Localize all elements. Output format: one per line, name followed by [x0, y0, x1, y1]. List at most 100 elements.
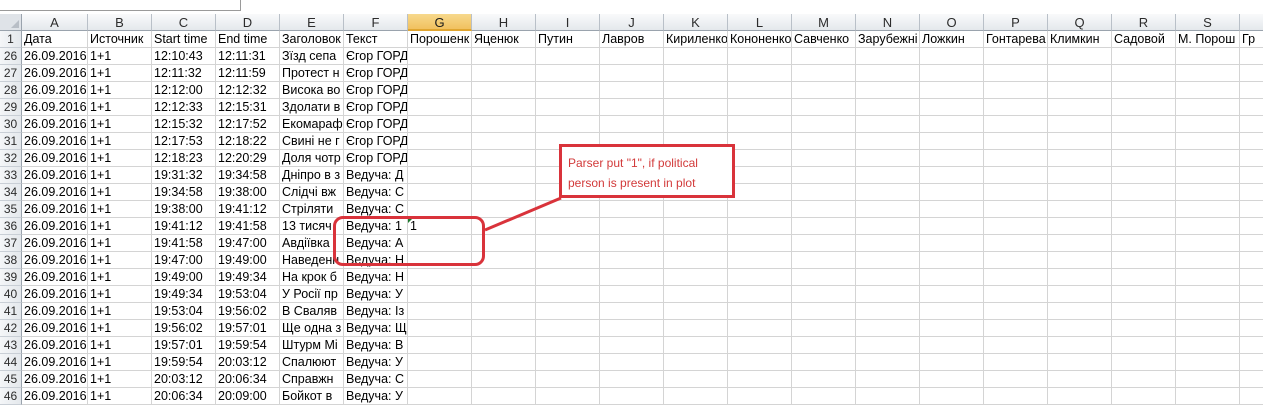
cell-B40[interactable]: 1+1: [88, 286, 152, 303]
cell-Q44[interactable]: [1048, 354, 1112, 371]
row-header[interactable]: 39: [0, 269, 22, 286]
cell-K26[interactable]: [664, 48, 728, 65]
cell-O46[interactable]: [920, 388, 984, 405]
cell-F40[interactable]: Ведуча: У: [344, 286, 408, 303]
cell-R31[interactable]: [1112, 133, 1176, 150]
row-header[interactable]: 36: [0, 218, 22, 235]
cell-O26[interactable]: [920, 48, 984, 65]
cell-L37[interactable]: [728, 235, 792, 252]
cell-R44[interactable]: [1112, 354, 1176, 371]
cell-P39[interactable]: [984, 269, 1048, 286]
cell-B27[interactable]: 1+1: [88, 65, 152, 82]
cell-B35[interactable]: 1+1: [88, 201, 152, 218]
cell-B31[interactable]: 1+1: [88, 133, 152, 150]
cell-O37[interactable]: [920, 235, 984, 252]
cell-M45[interactable]: [792, 371, 856, 388]
cell-H40[interactable]: [472, 286, 536, 303]
cell-O28[interactable]: [920, 82, 984, 99]
row-header[interactable]: 32: [0, 150, 22, 167]
row-header[interactable]: 30: [0, 116, 22, 133]
cell-next42[interactable]: [1240, 320, 1263, 337]
cell-Q38[interactable]: [1048, 252, 1112, 269]
cell-M37[interactable]: [792, 235, 856, 252]
cell-O41[interactable]: [920, 303, 984, 320]
cell-next29[interactable]: [1240, 99, 1263, 116]
row-header[interactable]: 43: [0, 337, 22, 354]
cell-R35[interactable]: [1112, 201, 1176, 218]
row-header[interactable]: 34: [0, 184, 22, 201]
cell-E45[interactable]: Справжн: [280, 371, 344, 388]
cell-G43[interactable]: [408, 337, 472, 354]
cell-J45[interactable]: [600, 371, 664, 388]
cell-F43[interactable]: Ведуча: В: [344, 337, 408, 354]
cell-next32[interactable]: [1240, 150, 1263, 167]
cell-J35[interactable]: [600, 201, 664, 218]
cell-F42[interactable]: Ведуча: Щ: [344, 320, 408, 337]
cell-J30[interactable]: [600, 116, 664, 133]
cell-D41[interactable]: 19:56:02: [216, 303, 280, 320]
cell-A40[interactable]: 26.09.2016: [22, 286, 88, 303]
cell-G30[interactable]: [408, 116, 472, 133]
cell-N36[interactable]: [856, 218, 920, 235]
cell-O31[interactable]: [920, 133, 984, 150]
column-header-M[interactable]: M: [792, 14, 856, 31]
column-header-N[interactable]: N: [856, 14, 920, 31]
column-header-S[interactable]: S: [1176, 14, 1240, 31]
cell-D43[interactable]: 19:59:54: [216, 337, 280, 354]
column-header-I[interactable]: I: [536, 14, 600, 31]
cell-K36[interactable]: [664, 218, 728, 235]
cell-B33[interactable]: 1+1: [88, 167, 152, 184]
row-header[interactable]: 41: [0, 303, 22, 320]
cell-R39[interactable]: [1112, 269, 1176, 286]
cell-A1[interactable]: Дата: [22, 31, 88, 48]
cell-P38[interactable]: [984, 252, 1048, 269]
cell-G46[interactable]: [408, 388, 472, 405]
cell-M26[interactable]: [792, 48, 856, 65]
cell-H45[interactable]: [472, 371, 536, 388]
column-header-K[interactable]: K: [664, 14, 728, 31]
cell-B29[interactable]: 1+1: [88, 99, 152, 116]
formula-bar[interactable]: [0, 0, 1263, 15]
cell-O1[interactable]: Ложкин: [920, 31, 984, 48]
cell-F46[interactable]: Ведуча: У: [344, 388, 408, 405]
cell-D29[interactable]: 12:15:31: [216, 99, 280, 116]
cell-M35[interactable]: [792, 201, 856, 218]
cell-N37[interactable]: [856, 235, 920, 252]
cell-K30[interactable]: [664, 116, 728, 133]
cell-L35[interactable]: [728, 201, 792, 218]
cell-I38[interactable]: [536, 252, 600, 269]
cell-D44[interactable]: 20:03:12: [216, 354, 280, 371]
cell-S45[interactable]: [1176, 371, 1240, 388]
cell-L29[interactable]: [728, 99, 792, 116]
cell-S35[interactable]: [1176, 201, 1240, 218]
cell-A36[interactable]: 26.09.2016: [22, 218, 88, 235]
cell-J39[interactable]: [600, 269, 664, 286]
cell-R32[interactable]: [1112, 150, 1176, 167]
cell-S42[interactable]: [1176, 320, 1240, 337]
cell-A38[interactable]: 26.09.2016: [22, 252, 88, 269]
cell-P28[interactable]: [984, 82, 1048, 99]
cell-E40[interactable]: У Росії пр: [280, 286, 344, 303]
cell-P36[interactable]: [984, 218, 1048, 235]
cell-P32[interactable]: [984, 150, 1048, 167]
cell-L43[interactable]: [728, 337, 792, 354]
cell-S36[interactable]: [1176, 218, 1240, 235]
cell-J41[interactable]: [600, 303, 664, 320]
cell-D42[interactable]: 19:57:01: [216, 320, 280, 337]
cell-J38[interactable]: [600, 252, 664, 269]
cell-E39[interactable]: На крок б: [280, 269, 344, 286]
formula-input[interactable]: [0, 0, 241, 11]
cell-Q37[interactable]: [1048, 235, 1112, 252]
cell-C42[interactable]: 19:56:02: [152, 320, 216, 337]
cell-P41[interactable]: [984, 303, 1048, 320]
cell-S46[interactable]: [1176, 388, 1240, 405]
cell-B26[interactable]: 1+1: [88, 48, 152, 65]
cell-Q36[interactable]: [1048, 218, 1112, 235]
cell-O38[interactable]: [920, 252, 984, 269]
cell-D35[interactable]: 19:41:12: [216, 201, 280, 218]
cell-L38[interactable]: [728, 252, 792, 269]
cell-Q29[interactable]: [1048, 99, 1112, 116]
cell-B43[interactable]: 1+1: [88, 337, 152, 354]
cell-K37[interactable]: [664, 235, 728, 252]
cell-B39[interactable]: 1+1: [88, 269, 152, 286]
